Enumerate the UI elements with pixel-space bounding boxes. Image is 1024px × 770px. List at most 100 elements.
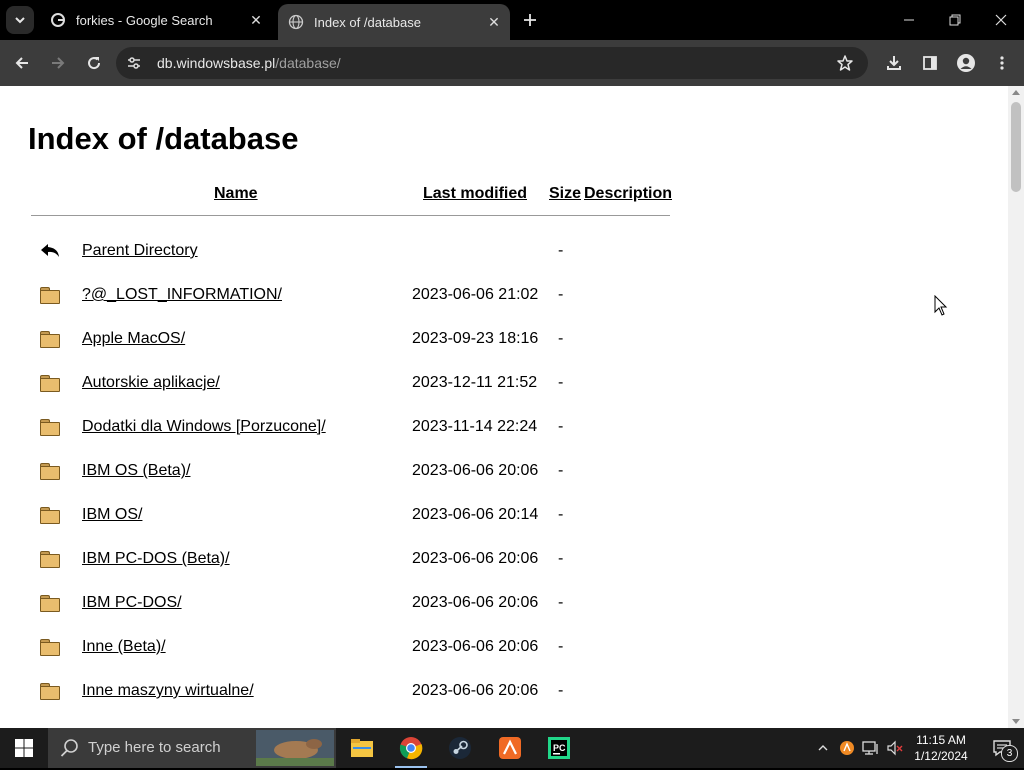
scroll-down-arrow-icon[interactable] — [1012, 719, 1020, 724]
entry-link[interactable]: Parent Directory — [82, 242, 198, 260]
back-button[interactable] — [8, 49, 36, 77]
network-icon — [862, 741, 878, 755]
search-placeholder: Type here to search — [88, 739, 221, 756]
tray-network[interactable] — [860, 728, 882, 768]
list-item: IBM OS (Beta)/ 2023-06-06 20:06 - — [0, 456, 700, 486]
folder-icon — [39, 286, 61, 304]
orange-tray-icon — [840, 741, 854, 755]
scroll-up-arrow-icon[interactable] — [1012, 90, 1020, 95]
entry-size: - — [558, 374, 564, 391]
start-button[interactable] — [0, 728, 48, 768]
entry-link[interactable]: IBM PC-DOS (Beta)/ — [82, 550, 230, 568]
browser-toolbar: db.windowsbase.pl/database/ — [0, 40, 1024, 86]
entry-link[interactable]: IBM OS/ — [82, 506, 142, 524]
tray-overflow-button[interactable] — [812, 728, 834, 768]
entry-link[interactable]: IBM OS (Beta)/ — [82, 462, 190, 480]
google-favicon-icon — [50, 12, 66, 28]
minimize-button[interactable] — [886, 0, 932, 40]
close-window-button[interactable] — [978, 0, 1024, 40]
entry-modified: 2023-06-06 20:14 — [412, 506, 539, 523]
entry-modified: 2023-06-06 20:06 — [412, 550, 539, 567]
mouse-pointer-icon — [934, 294, 948, 322]
arrow-left-icon — [15, 57, 28, 69]
entry-link[interactable]: Inne maszyny wirtualne/ — [82, 682, 254, 700]
scrollbar-thumb[interactable] — [1011, 102, 1021, 192]
download-icon — [887, 56, 901, 70]
folder-icon — [39, 638, 61, 656]
entry-size: - — [558, 506, 564, 523]
folder-icon — [39, 330, 61, 348]
page-scrollbar[interactable] — [1008, 86, 1024, 728]
list-item: Autorskie aplikacje/ 2023-12-11 21:52 - — [0, 368, 700, 398]
chevron-up-icon — [818, 745, 828, 751]
column-header-description[interactable]: Description — [584, 185, 672, 203]
tab-google-search[interactable]: forkies - Google Search ✕ — [40, 0, 272, 40]
entry-size: - — [558, 418, 564, 435]
entry-modified: 2023-12-11 21:52 — [412, 374, 538, 391]
entry-link[interactable]: Autorskie aplikacje/ — [82, 374, 220, 392]
chrome-icon — [399, 737, 423, 760]
back-arrow-icon — [39, 242, 61, 260]
taskbar-search-box[interactable]: Type here to search — [48, 728, 336, 768]
volume-muted-icon — [887, 740, 903, 756]
tray-app-icon[interactable] — [836, 728, 858, 768]
entry-size: - — [558, 638, 564, 655]
new-tab-button[interactable] — [518, 8, 542, 32]
column-header-last-modified[interactable]: Last modified — [423, 185, 527, 203]
header-divider — [31, 215, 670, 216]
entry-link[interactable]: ?@_LOST_INFORMATION/ — [82, 286, 282, 304]
taskbar-steam[interactable] — [436, 728, 484, 768]
restore-button[interactable] — [932, 0, 978, 40]
list-item: IBM PC-DOS (Beta)/ 2023-06-06 20:06 - — [0, 544, 700, 574]
list-item: Parent Directory - — [0, 236, 700, 266]
site-info-icon[interactable] — [126, 55, 142, 76]
reload-button[interactable] — [80, 49, 108, 77]
column-header-size[interactable]: Size — [549, 185, 581, 203]
taskbar-pycharm[interactable]: PC — [535, 728, 583, 768]
entry-link[interactable]: Apple MacOS/ — [82, 330, 185, 348]
column-header-name[interactable]: Name — [214, 185, 258, 203]
folder-icon — [39, 682, 61, 700]
entry-link[interactable]: Dodatki dla Windows [Porzucone]/ — [82, 418, 326, 436]
tab-title: forkies - Google Search — [76, 12, 213, 28]
folder-icon — [39, 418, 61, 436]
taskbar-file-explorer[interactable] — [338, 728, 386, 768]
entry-size: - — [558, 682, 564, 699]
entry-modified: 2023-06-06 21:02 — [412, 286, 539, 303]
menu-button[interactable] — [988, 49, 1016, 77]
close-icon[interactable]: ✕ — [246, 10, 266, 30]
taskbar-chrome[interactable] — [387, 728, 435, 768]
notification-center-button[interactable]: 3 — [980, 728, 1024, 768]
close-icon[interactable]: ✕ — [484, 12, 504, 32]
entry-size: - — [558, 550, 564, 567]
side-panel-icon — [923, 56, 937, 70]
steam-icon — [449, 737, 471, 759]
orange-app-icon — [499, 737, 521, 759]
bookmark-star-icon[interactable] — [836, 54, 854, 77]
entry-modified: 2023-06-06 20:06 — [412, 594, 539, 611]
entry-link[interactable]: IBM PC-DOS/ — [82, 594, 182, 612]
taskbar-clock[interactable]: 11:15 AM 1/12/2024 — [908, 732, 974, 764]
side-panel-button[interactable] — [916, 49, 944, 77]
entry-size: - — [558, 330, 564, 347]
tab-search-button[interactable] — [6, 6, 34, 34]
entry-link[interactable]: Inne (Beta)/ — [82, 638, 166, 656]
tab-strip: forkies - Google Search ✕ Index of /data… — [0, 0, 1024, 40]
folder-icon — [39, 374, 61, 392]
taskbar-app-orange[interactable] — [486, 728, 534, 768]
url-host: db.windowsbase.pl — [157, 55, 276, 71]
list-item: IBM PC-DOS/ 2023-06-06 20:06 - — [0, 588, 700, 618]
windows-logo-icon — [15, 739, 33, 757]
tray-volume[interactable] — [884, 728, 906, 768]
forward-button[interactable] — [44, 49, 72, 77]
entry-size: - — [558, 462, 564, 479]
address-bar[interactable]: db.windowsbase.pl/database/ — [116, 47, 868, 79]
globe-icon — [288, 14, 304, 30]
profile-button[interactable] — [952, 49, 980, 77]
list-item: Inne (Beta)/ 2023-06-06 20:06 - — [0, 632, 700, 662]
entry-modified: 2023-06-06 20:06 — [412, 462, 539, 479]
list-item: ?@_LOST_INFORMATION/ 2023-06-06 21:02 - — [0, 280, 700, 310]
tab-index-of-database[interactable]: Index of /database ✕ — [278, 4, 510, 40]
downloads-button[interactable] — [880, 49, 908, 77]
entry-size: - — [558, 242, 564, 259]
